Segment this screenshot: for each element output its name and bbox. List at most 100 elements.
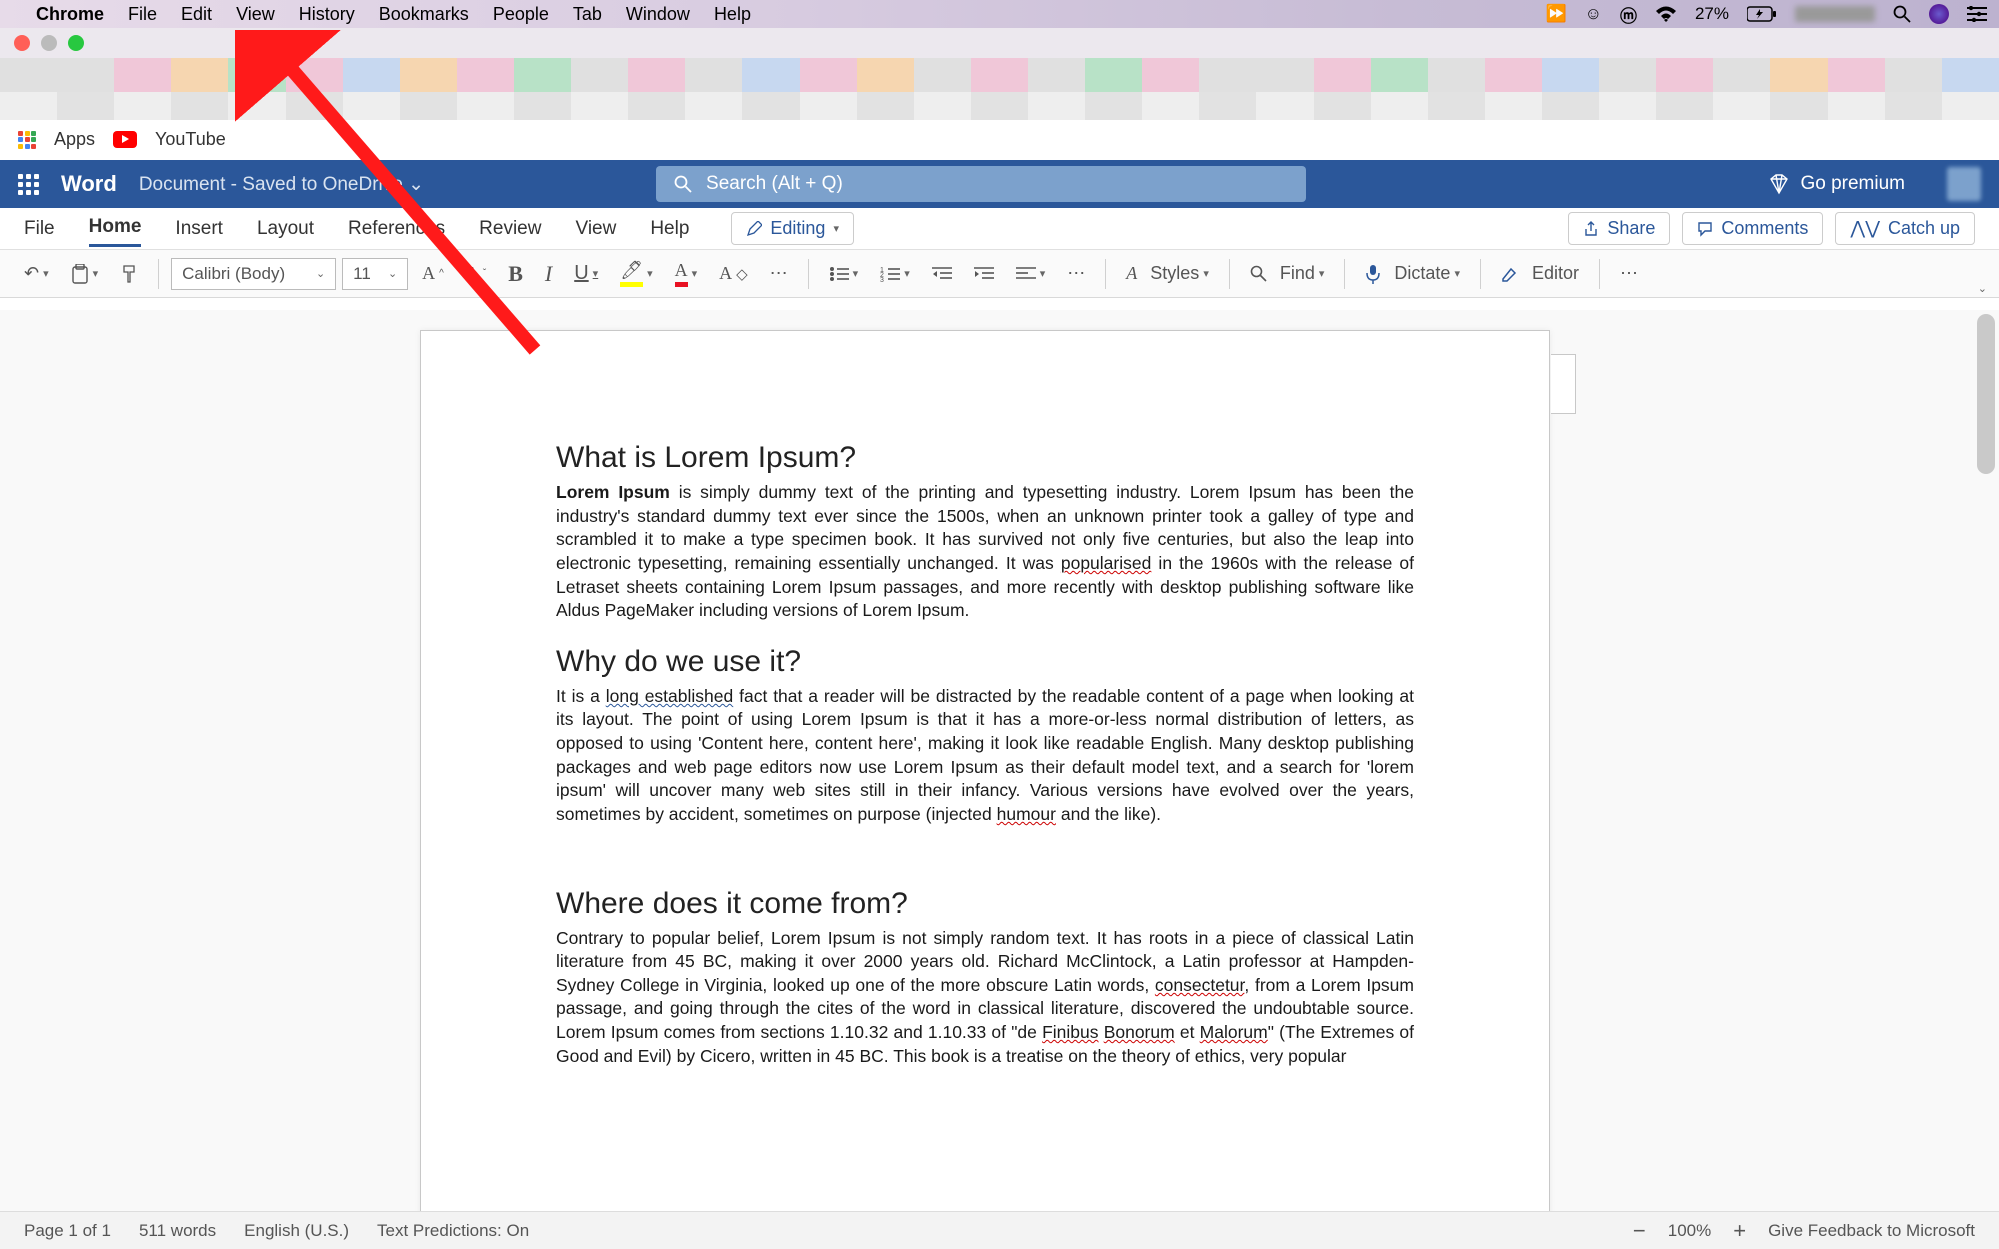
- dictate-button[interactable]: Dictate▾: [1357, 259, 1468, 288]
- search-input[interactable]: Search (Alt + Q): [656, 166, 1306, 202]
- more-font-button[interactable]: ⋯: [762, 259, 796, 288]
- go-premium-button[interactable]: Go premium: [1768, 173, 1905, 195]
- menu-help[interactable]: Help: [714, 4, 751, 25]
- face-icon[interactable]: ☺: [1585, 4, 1602, 24]
- heading-1[interactable]: What is Lorem Ipsum?: [556, 441, 1414, 475]
- share-button[interactable]: Share: [1568, 212, 1670, 245]
- underline-button[interactable]: U▾: [566, 258, 606, 289]
- font-size-select[interactable]: 11⌄: [342, 258, 408, 290]
- status-predictions[interactable]: Text Predictions: On: [377, 1221, 529, 1241]
- page-content[interactable]: What is Lorem Ipsum? Lorem Ipsum is simp…: [421, 331, 1549, 1068]
- menu-people[interactable]: People: [493, 4, 549, 25]
- editing-mode-button[interactable]: Editing ▾: [731, 212, 854, 245]
- undo-button[interactable]: ↶▾: [16, 259, 57, 288]
- increase-indent-button[interactable]: [966, 262, 1002, 286]
- tab-layout[interactable]: Layout: [257, 212, 314, 246]
- numbering-button[interactable]: 123▾: [872, 262, 918, 286]
- menu-view[interactable]: View: [236, 4, 275, 25]
- paste-button[interactable]: ▾: [63, 260, 107, 288]
- zoom-in-button[interactable]: +: [1733, 1218, 1746, 1244]
- more-commands-button[interactable]: ⋯: [1612, 259, 1646, 288]
- browser-tab-strip[interactable]: [0, 58, 1999, 92]
- shield-icon[interactable]: ⓜ: [1620, 2, 1637, 27]
- styles-button[interactable]: A Styles▾: [1118, 259, 1217, 288]
- tab-review[interactable]: Review: [479, 212, 541, 246]
- minimize-window-icon[interactable]: [41, 35, 57, 51]
- battery-icon[interactable]: [1747, 6, 1777, 22]
- search-icon[interactable]: [1893, 5, 1911, 23]
- page[interactable]: What is Lorem Ipsum? Lorem Ipsum is simp…: [420, 330, 1550, 1211]
- bookmarks-bar: Apps YouTube: [0, 120, 1999, 160]
- decrease-indent-button[interactable]: [924, 262, 960, 286]
- siri-icon[interactable]: [1929, 4, 1949, 24]
- heading-3[interactable]: Where does it come from?: [556, 887, 1414, 921]
- menu-history[interactable]: History: [299, 4, 355, 25]
- paragraph-3[interactable]: Contrary to popular belief, Lorem Ipsum …: [556, 927, 1414, 1069]
- macos-menu-bar: Chrome File Edit View History Bookmarks …: [0, 0, 1999, 28]
- maximize-window-icon[interactable]: [68, 35, 84, 51]
- more-para-button[interactable]: ⋯: [1059, 259, 1093, 288]
- p1-squiggle: popularised: [1061, 553, 1151, 573]
- catch-up-button[interactable]: ⋀⋁Catch up: [1835, 212, 1975, 245]
- find-button[interactable]: Find▾: [1242, 259, 1333, 288]
- pulse-icon: ⋀⋁: [1850, 218, 1880, 239]
- comments-button[interactable]: Comments: [1682, 212, 1823, 245]
- zoom-out-button[interactable]: −: [1633, 1218, 1646, 1244]
- apps-grid-icon[interactable]: [18, 131, 36, 149]
- account-avatar[interactable]: [1947, 167, 1981, 201]
- paragraph-2[interactable]: It is a long established fact that a rea…: [556, 685, 1414, 827]
- tab-references[interactable]: References: [348, 212, 445, 246]
- share-label: Share: [1607, 218, 1655, 239]
- heading-2[interactable]: Why do we use it?: [556, 645, 1414, 679]
- menu-file[interactable]: File: [128, 4, 157, 25]
- youtube-icon[interactable]: [113, 131, 137, 148]
- editor-button[interactable]: Editor: [1493, 259, 1587, 288]
- close-window-icon[interactable]: [14, 35, 30, 51]
- bullets-button[interactable]: ▾: [821, 262, 867, 286]
- align-button[interactable]: ▾: [1008, 262, 1054, 286]
- tab-insert[interactable]: Insert: [175, 212, 223, 246]
- feedback-link[interactable]: Give Feedback to Microsoft: [1768, 1221, 1975, 1241]
- highlight-button[interactable]: 🖊▾: [612, 256, 660, 291]
- paragraph-1[interactable]: Lorem Ipsum is simply dummy text of the …: [556, 481, 1414, 623]
- font-family-select[interactable]: Calibri (Body)⌄: [171, 258, 336, 290]
- vertical-scrollbar[interactable]: [1977, 314, 1995, 474]
- format-painter-button[interactable]: [112, 260, 146, 288]
- bold-button[interactable]: B: [500, 257, 531, 291]
- zoom-level[interactable]: 100%: [1668, 1221, 1711, 1241]
- menu-app[interactable]: Chrome: [36, 4, 104, 25]
- menu-tab[interactable]: Tab: [573, 4, 602, 25]
- ribbon-collapse-button[interactable]: ⌄: [1970, 278, 1995, 299]
- status-words[interactable]: 511 words: [139, 1221, 216, 1241]
- app-launcher-icon[interactable]: [18, 174, 39, 195]
- menu-window[interactable]: Window: [626, 4, 690, 25]
- blurred-text: [1795, 6, 1875, 22]
- bookmark-youtube[interactable]: YouTube: [155, 129, 226, 150]
- p3-sq2: Finibus: [1042, 1022, 1098, 1042]
- status-bar: Page 1 of 1 511 words English (U.S.) Tex…: [0, 1211, 1999, 1249]
- menu-bookmarks[interactable]: Bookmarks: [379, 4, 469, 25]
- document-canvas[interactable]: What is Lorem Ipsum? Lorem Ipsum is simp…: [0, 310, 1999, 1211]
- tab-file[interactable]: File: [24, 212, 55, 246]
- wifi-icon[interactable]: [1655, 6, 1677, 22]
- status-language[interactable]: English (U.S.): [244, 1221, 349, 1241]
- tab-home[interactable]: Home: [89, 210, 142, 247]
- browser-url-bar[interactable]: [0, 92, 1999, 120]
- clipboard-icon: [71, 264, 89, 284]
- control-center-icon[interactable]: [1967, 6, 1987, 22]
- shrink-font-button[interactable]: Aˇ: [458, 259, 494, 288]
- p2-b: fact that a reader will be distracted by…: [556, 686, 1414, 824]
- tab-help[interactable]: Help: [650, 212, 689, 246]
- grow-font-button[interactable]: A^: [414, 259, 452, 288]
- fastforward-icon[interactable]: ⏩: [1545, 4, 1566, 24]
- app-title[interactable]: Word: [61, 171, 117, 197]
- bookmark-apps[interactable]: Apps: [54, 129, 95, 150]
- clear-format-button[interactable]: A◇: [711, 259, 756, 288]
- p3-sq3: Bonorum: [1104, 1022, 1175, 1042]
- font-color-button[interactable]: A▾: [667, 256, 706, 291]
- status-page[interactable]: Page 1 of 1: [24, 1221, 111, 1241]
- italic-button[interactable]: I: [537, 257, 560, 291]
- menu-edit[interactable]: Edit: [181, 4, 212, 25]
- document-title[interactable]: Document - Saved to OneDrive ⌄: [139, 173, 424, 196]
- tab-view[interactable]: View: [575, 212, 616, 246]
